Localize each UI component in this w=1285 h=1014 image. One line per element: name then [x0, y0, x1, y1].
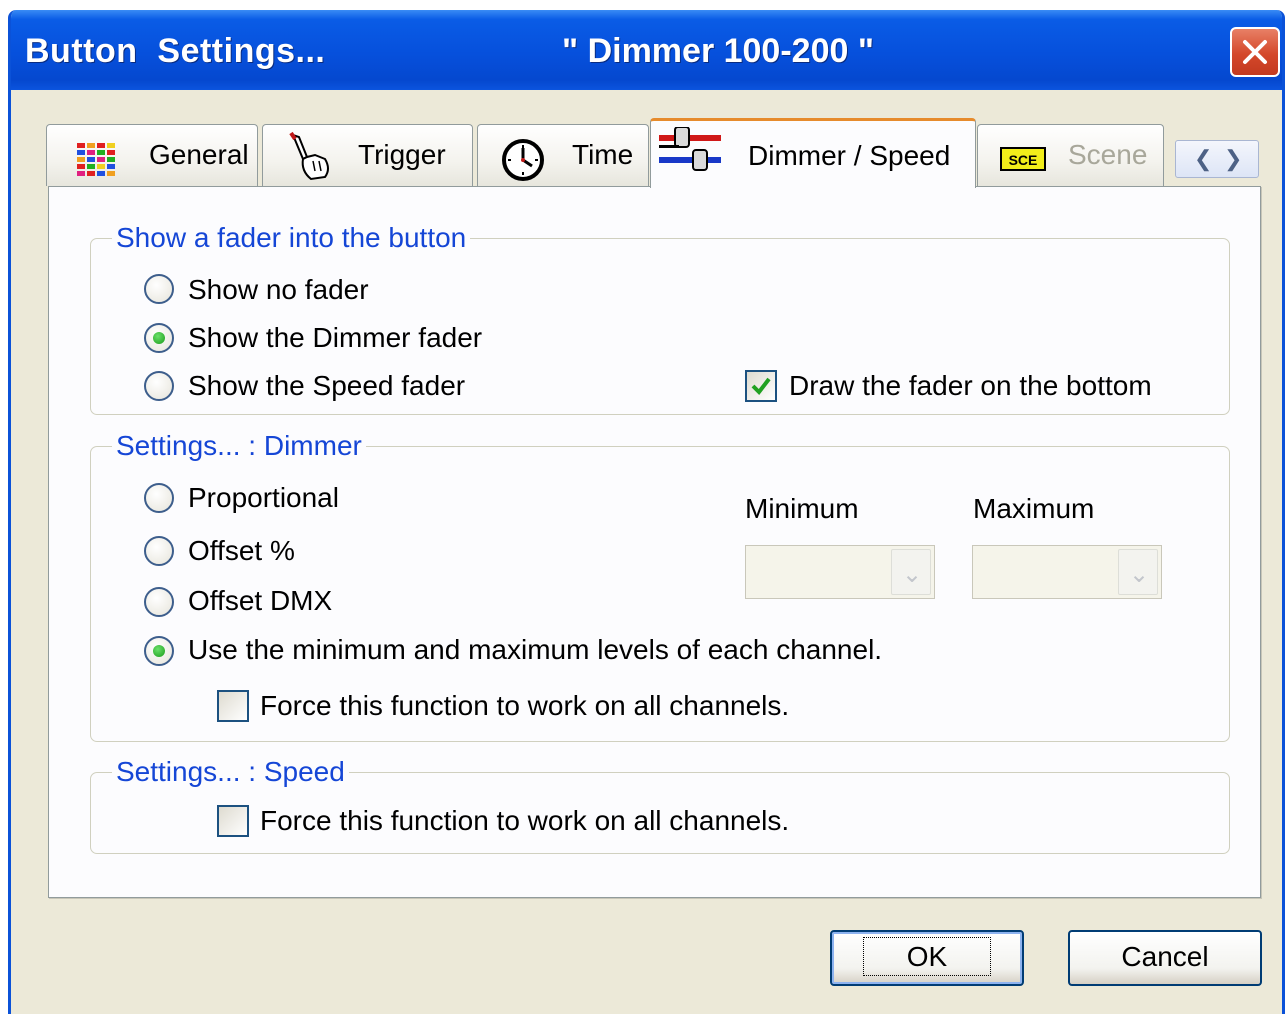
radio-offset-percent-label: Offset %: [188, 535, 295, 566]
checkbox-draw-fader-bottom[interactable]: [745, 370, 777, 402]
pointing-hand-icon: [289, 131, 329, 181]
tab-scroll-left-icon[interactable]: ❮: [1194, 146, 1212, 172]
tab-dimmer-speed[interactable]: Dimmer / Speed: [650, 118, 976, 188]
radio-use-min-max-label: Use the minimum and maximum levels of ea…: [188, 634, 883, 665]
chevron-down-icon: ⌄: [1129, 561, 1150, 588]
radio-use-min-max[interactable]: [144, 636, 174, 666]
tab-time-label: Time: [572, 139, 634, 170]
checkmark-icon: [751, 377, 771, 396]
maximum-dropdown-arrow[interactable]: ⌄: [1118, 549, 1158, 595]
ok-button[interactable]: OK: [830, 930, 1024, 986]
fader-group-legend: Show a fader into the button: [112, 222, 471, 254]
checkbox-dimmer-force-all-label: Force this function to work on all chann…: [260, 690, 790, 721]
clock-icon: [502, 139, 544, 181]
radio-show-no-fader[interactable]: [144, 274, 174, 304]
tab-scroll-right-icon[interactable]: ❯: [1224, 146, 1242, 172]
tab-general[interactable]: General: [46, 124, 258, 186]
radio-proportional[interactable]: [144, 483, 174, 513]
color-grid-icon: [77, 143, 115, 176]
tab-trigger-label: Trigger: [358, 139, 446, 170]
checkbox-draw-fader-bottom-label: Draw the fader on the bottom: [789, 370, 1152, 401]
window-subtitle: " Dimmer 100-200 ": [562, 32, 874, 70]
tab-trigger[interactable]: Trigger: [262, 124, 473, 186]
radio-show-speed-fader-label: Show the Speed fader: [188, 370, 466, 401]
tab-scroll-buttons: ❮ ❯: [1175, 140, 1259, 178]
cancel-button[interactable]: Cancel: [1068, 930, 1262, 986]
tab-dimmer-speed-label: Dimmer / Speed: [748, 140, 951, 171]
chevron-down-icon: ⌄: [902, 561, 923, 588]
maximum-dropdown[interactable]: ⌄: [972, 545, 1162, 599]
cancel-button-label: Cancel: [1121, 941, 1209, 972]
radio-offset-dmx-label: Offset DMX: [188, 585, 333, 616]
checkbox-speed-force-all-label: Force this function to work on all chann…: [260, 805, 790, 836]
title-bar[interactable]: Button Settings... " Dimmer 100-200 ": [11, 10, 1282, 90]
fader-sliders-icon: [659, 127, 721, 171]
radio-offset-dmx[interactable]: [144, 587, 174, 617]
minimum-dropdown-arrow[interactable]: ⌄: [891, 549, 931, 595]
ok-button-label: OK: [862, 937, 992, 976]
sce-badge-text: SCE: [1009, 152, 1038, 168]
radio-show-dimmer-fader[interactable]: [144, 323, 174, 353]
window-title: Button Settings...: [25, 32, 326, 70]
minimum-dropdown[interactable]: ⌄: [745, 545, 935, 599]
dimmer-group-legend: Settings... : Dimmer: [112, 430, 366, 462]
tab-time[interactable]: Time: [477, 124, 649, 186]
radio-show-speed-fader[interactable]: [144, 371, 174, 401]
radio-show-dimmer-fader-label: Show the Dimmer fader: [188, 322, 483, 353]
radio-show-no-fader-label: Show no fader: [188, 274, 369, 305]
maximum-label: Maximum: [973, 493, 1095, 524]
tab-scene-label: Scene: [1068, 139, 1148, 170]
radio-offset-percent[interactable]: [144, 536, 174, 566]
radio-proportional-label: Proportional: [188, 482, 339, 513]
speed-group-legend: Settings... : Speed: [112, 756, 349, 788]
dialog-window: Button Settings... " Dimmer 100-200 " Ge…: [8, 10, 1285, 1014]
tab-scene[interactable]: SCE Scene: [977, 124, 1164, 186]
close-icon: [1243, 40, 1267, 64]
tab-general-label: General: [149, 139, 249, 170]
minimum-label: Minimum: [745, 493, 859, 524]
checkbox-dimmer-force-all[interactable]: [217, 690, 249, 722]
sce-badge-icon: SCE: [1000, 147, 1046, 171]
close-button[interactable]: [1230, 27, 1280, 77]
checkbox-speed-force-all[interactable]: [217, 805, 249, 837]
